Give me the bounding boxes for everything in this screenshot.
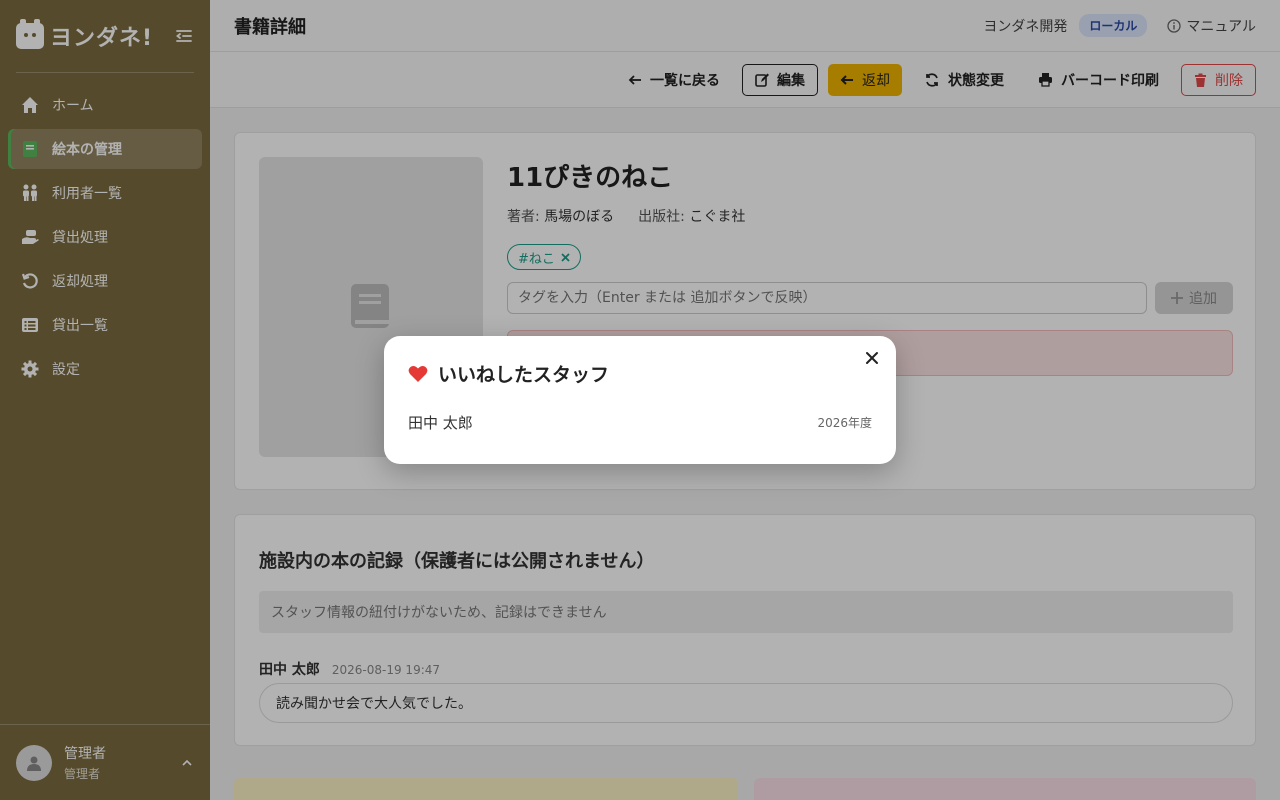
liked-staff-modal: いいねしたスタッフ 田中 太郎 2026年度 — [384, 336, 896, 464]
staff-name: 田中 太郎 — [408, 414, 473, 432]
modal-title: いいねしたスタッフ — [438, 364, 610, 386]
close-icon[interactable] — [864, 350, 880, 366]
list-item: 田中 太郎 2026年度 — [408, 412, 872, 433]
staff-year: 2026年度 — [817, 416, 872, 430]
modal-header: いいねしたスタッフ — [408, 360, 609, 387]
heart-icon — [408, 365, 428, 382]
